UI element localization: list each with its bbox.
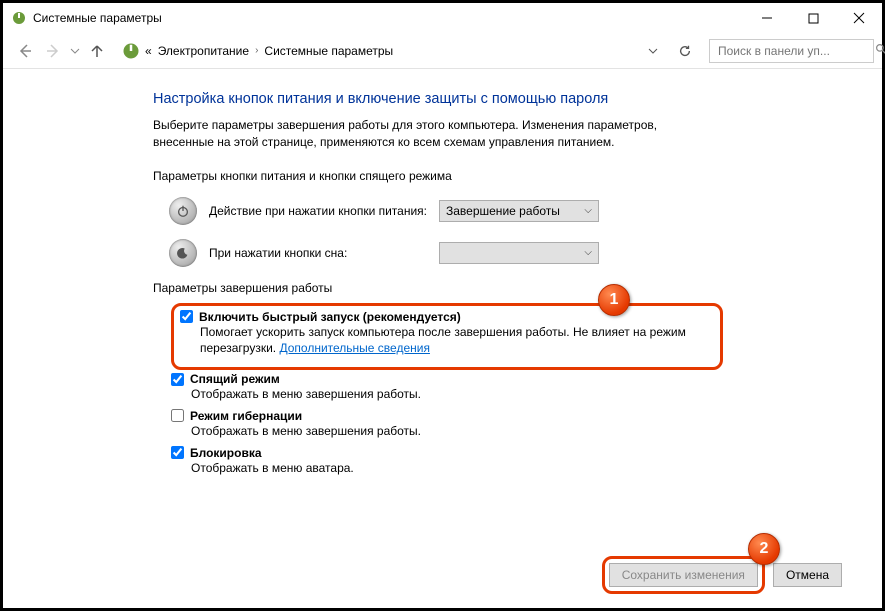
content-area: Настройка кнопок питания и включение защ… bbox=[3, 69, 723, 477]
power-button-select[interactable]: Завершение работы ⌵ bbox=[439, 200, 599, 222]
annotation-badge-1: 1 bbox=[598, 284, 630, 316]
window: Системные параметры « Электропит bbox=[0, 0, 885, 611]
chevron-right-icon: › bbox=[255, 45, 258, 56]
search-box[interactable] bbox=[709, 39, 874, 63]
lock-label: Блокировка bbox=[190, 446, 262, 460]
nav-forward-button[interactable] bbox=[39, 37, 67, 65]
sleep-desc: Отображать в меню завершения работы. bbox=[191, 386, 723, 403]
page-description: Выберите параметры завершения работы для… bbox=[153, 117, 693, 151]
sleep-checkbox[interactable] bbox=[171, 373, 184, 386]
maximize-button[interactable] bbox=[790, 3, 836, 33]
annotation-badge-2: 2 bbox=[748, 533, 780, 565]
hibernate-checkbox[interactable] bbox=[171, 409, 184, 422]
fast-startup-checkbox[interactable] bbox=[180, 310, 193, 323]
power-options-icon bbox=[121, 41, 141, 61]
highlight-box-1: 1 Включить быстрый запуск (рекомендуется… bbox=[171, 303, 723, 371]
power-button-icon bbox=[169, 197, 197, 225]
power-button-label: Действие при нажатии кнопки питания: bbox=[209, 204, 439, 218]
chevron-down-icon: ⌵ bbox=[584, 247, 592, 258]
cancel-button[interactable]: Отмена bbox=[773, 563, 842, 587]
fast-startup-label: Включить быстрый запуск (рекомендуется) bbox=[199, 310, 461, 324]
section-power-buttons: Параметры кнопки питания и кнопки спящег… bbox=[153, 169, 723, 183]
close-button[interactable] bbox=[836, 3, 882, 33]
nav-up-button[interactable] bbox=[83, 37, 111, 65]
lock-option: Блокировка Отображать в меню аватара. bbox=[171, 446, 723, 477]
hibernate-option: Режим гибернации Отображать в меню завер… bbox=[171, 409, 723, 440]
search-icon bbox=[875, 43, 885, 59]
highlight-box-2: 2 Сохранить изменения bbox=[602, 556, 765, 594]
window-title: Системные параметры bbox=[33, 11, 162, 25]
sleep-label: Спящий режим bbox=[190, 372, 280, 386]
chevron-down-icon: ⌵ bbox=[584, 205, 592, 216]
lock-checkbox[interactable] bbox=[171, 446, 184, 459]
breadcrumb[interactable]: « Электропитание › Системные параметры bbox=[145, 44, 639, 58]
power-button-row: Действие при нажатии кнопки питания: Зав… bbox=[169, 197, 723, 225]
minimize-button[interactable] bbox=[744, 3, 790, 33]
sleep-option: Спящий режим Отображать в меню завершени… bbox=[171, 372, 723, 403]
navbar: « Электропитание › Системные параметры bbox=[3, 33, 882, 69]
fast-startup-option: Включить быстрый запуск (рекомендуется) … bbox=[180, 310, 714, 358]
nav-recent-dropdown[interactable] bbox=[67, 37, 83, 65]
sleep-button-label: При нажатии кнопки сна: bbox=[209, 246, 439, 260]
shutdown-options-group: 1 Включить быстрый запуск (рекомендуется… bbox=[171, 303, 723, 477]
fast-startup-desc: Помогает ускорить запуск компьютера посл… bbox=[200, 324, 714, 358]
breadcrumb-item[interactable]: Электропитание bbox=[158, 44, 249, 58]
breadcrumb-dropdown[interactable] bbox=[639, 37, 667, 65]
hibernate-desc: Отображать в меню завершения работы. bbox=[191, 423, 723, 440]
refresh-button[interactable] bbox=[671, 37, 699, 65]
footer-buttons: 2 Сохранить изменения Отмена bbox=[602, 556, 842, 594]
nav-back-button[interactable] bbox=[11, 37, 39, 65]
section-shutdown: Параметры завершения работы bbox=[153, 281, 723, 295]
hibernate-label: Режим гибернации bbox=[190, 409, 302, 423]
breadcrumb-item[interactable]: Системные параметры bbox=[264, 44, 393, 58]
page-heading: Настройка кнопок питания и включение защ… bbox=[153, 91, 723, 107]
sleep-button-row: При нажатии кнопки сна: ⌵ bbox=[169, 239, 723, 267]
select-value: Завершение работы bbox=[446, 204, 560, 218]
breadcrumb-prefix: « bbox=[145, 44, 152, 58]
power-options-icon bbox=[11, 10, 27, 26]
sleep-button-icon bbox=[169, 239, 197, 267]
save-button[interactable]: Сохранить изменения bbox=[609, 563, 758, 587]
lock-desc: Отображать в меню аватара. bbox=[191, 460, 723, 477]
titlebar: Системные параметры bbox=[3, 3, 882, 33]
search-input[interactable] bbox=[716, 43, 875, 59]
sleep-button-select[interactable]: ⌵ bbox=[439, 242, 599, 264]
more-info-link[interactable]: Дополнительные сведения bbox=[279, 341, 429, 355]
